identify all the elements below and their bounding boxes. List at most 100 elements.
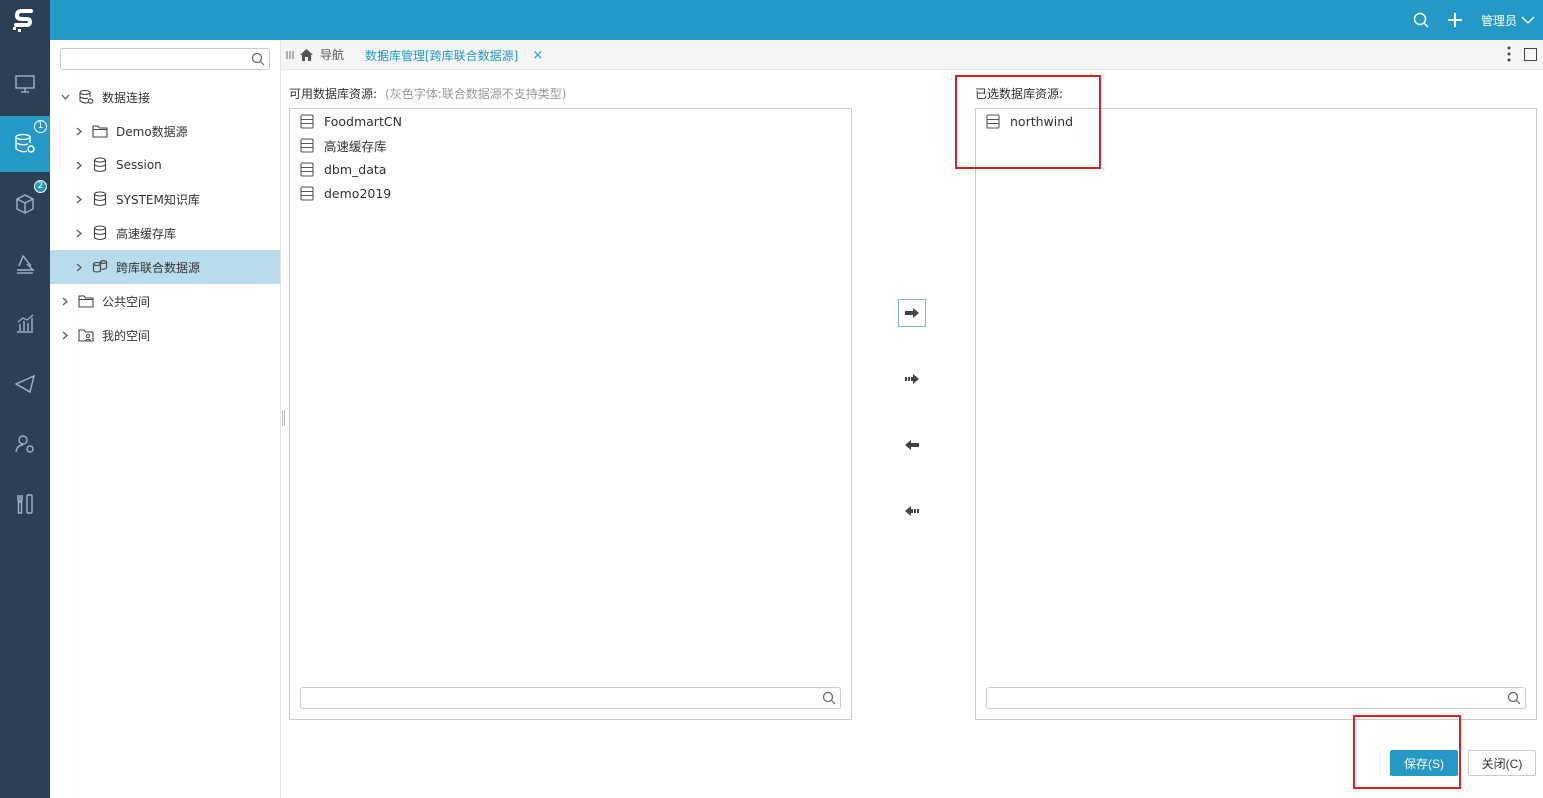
rail-item-analysis[interactable] (0, 296, 50, 352)
database-icon (92, 157, 108, 173)
search-icon[interactable] (251, 52, 265, 69)
search-icon[interactable] (822, 691, 836, 708)
layers-icon (17, 254, 35, 274)
tree-item-my-space[interactable]: 我的空间 (50, 318, 280, 352)
list-item-label: FoodmartCN (324, 113, 402, 129)
bar-chart-icon (17, 314, 34, 333)
top-right-actions: 管理员 (1413, 0, 1535, 40)
close-button[interactable]: 关闭(C) (1468, 750, 1536, 776)
maximize-icon[interactable] (1524, 48, 1537, 61)
close-icon[interactable]: × (532, 48, 543, 63)
tree-item-data-connection[interactable]: 数据连接 (50, 80, 280, 114)
chevron-right-icon[interactable] (74, 161, 84, 170)
tab-navigation[interactable]: 导航 (299, 46, 344, 63)
list-item-label: demo2019 (324, 185, 392, 201)
user-settings-icon (15, 435, 34, 453)
left-icon-rail: 1 2 (0, 40, 50, 798)
user-menu[interactable]: 管理员 (1481, 12, 1535, 29)
database-icon (92, 191, 108, 207)
tree-item-demo-datasource[interactable]: Demo数据源 (50, 114, 280, 148)
table-icon (300, 113, 314, 129)
rail-item-data-source[interactable]: 1 (0, 116, 50, 172)
available-hint-text: (灰色字体:联合数据源不支持类型) (385, 87, 567, 101)
monitor-icon (15, 75, 35, 93)
rail-item-layers[interactable] (0, 236, 50, 292)
rail-item-publish[interactable] (0, 356, 50, 412)
search-icon[interactable] (1507, 691, 1521, 708)
tree-item-public-space[interactable]: 公共空间 (50, 284, 280, 318)
table-icon (300, 161, 314, 177)
cube-icon (16, 194, 34, 214)
available-search-input[interactable] (301, 688, 816, 708)
arrow-left-icon (905, 440, 919, 450)
tree-item-label: 公共空间 (102, 294, 151, 309)
move-right-button[interactable] (898, 299, 926, 327)
database-icon (92, 225, 108, 241)
resource-tree-panel: 数据连接 Demo数据源 Session SYSTEM知识库 高速缓存库 跨库联… (50, 40, 281, 798)
available-search-box (300, 687, 841, 709)
list-item[interactable]: dbm_data (300, 157, 386, 181)
tree-item-label: 跨库联合数据源 (116, 260, 201, 275)
arrow-right-icon (905, 308, 919, 318)
double-arrow-right-icon (905, 374, 919, 384)
cross-database-icon (92, 259, 108, 275)
available-label-text: 可用数据库资源: (289, 87, 378, 101)
move-all-right-button[interactable] (898, 365, 926, 393)
tree-search-input[interactable] (61, 49, 245, 69)
tab-label: 导航 (320, 48, 345, 62)
chevron-down-icon[interactable] (60, 94, 70, 100)
tab-bar: 导航 数据库管理[跨库联合数据源] × (281, 40, 1543, 70)
tree-item-label: 数据连接 (102, 90, 151, 105)
tab-label: 数据库管理[跨库联合数据源] (365, 49, 519, 63)
chevron-right-icon[interactable] (74, 127, 84, 136)
chevron-right-icon[interactable] (60, 331, 70, 340)
tree-item-system-kb[interactable]: SYSTEM知识库 (50, 182, 280, 216)
db-connection-icon (78, 89, 94, 105)
list-item[interactable]: FoodmartCN (300, 109, 402, 133)
chevron-right-icon[interactable] (74, 229, 84, 238)
search-icon[interactable] (1413, 12, 1429, 28)
selected-search-box (986, 687, 1526, 709)
table-icon (300, 185, 314, 201)
tools-icon (17, 494, 33, 514)
more-vertical-icon[interactable] (1507, 46, 1511, 65)
selected-resources-list: northwind (975, 108, 1537, 720)
folder-icon (92, 123, 108, 139)
tree-item-label: Demo数据源 (116, 124, 188, 139)
chevron-down-icon (1521, 16, 1535, 24)
rail-item-monitor[interactable] (0, 56, 50, 112)
notification-badge: 2 (34, 180, 47, 193)
chevron-right-icon[interactable] (74, 263, 84, 272)
notification-badge: 1 (34, 120, 47, 133)
tree-item-label: 高速缓存库 (116, 226, 177, 241)
rail-item-users[interactable] (0, 416, 50, 472)
folder-icon (78, 293, 94, 309)
app-logo[interactable] (0, 0, 50, 40)
highlight-selected-resources (955, 75, 1101, 169)
tree-item-session[interactable]: Session (50, 148, 280, 182)
chevron-right-icon[interactable] (74, 195, 84, 204)
save-button[interactable]: 保存(S) (1390, 750, 1458, 776)
chevron-right-icon[interactable] (60, 297, 70, 306)
list-item[interactable]: demo2019 (300, 181, 391, 205)
tree-item-cross-db-source[interactable]: 跨库联合数据源 (50, 250, 280, 284)
selected-search-input[interactable] (987, 688, 1501, 708)
table-icon (300, 137, 314, 153)
move-left-button[interactable] (898, 431, 926, 459)
available-resources-list: FoodmartCN 高速缓存库 dbm_data demo2019 (289, 108, 852, 720)
add-icon[interactable] (1447, 12, 1463, 28)
home-icon (300, 48, 313, 61)
rail-item-tools[interactable] (0, 476, 50, 532)
tab-database-management[interactable]: 数据库管理[跨库联合数据源] × (365, 47, 543, 64)
collapse-toggle-icon[interactable] (286, 49, 294, 63)
move-all-left-button[interactable] (898, 497, 926, 525)
tree-item-cache-db[interactable]: 高速缓存库 (50, 216, 280, 250)
panel-splitter[interactable] (282, 410, 285, 426)
rail-item-resources[interactable]: 2 (0, 176, 50, 232)
tree-item-label: 我的空间 (102, 328, 151, 343)
double-arrow-left-icon (905, 506, 919, 516)
database-settings-icon (15, 133, 35, 153)
list-item[interactable]: 高速缓存库 (300, 133, 387, 157)
top-bar: 管理员 (0, 0, 1543, 40)
available-resources-label: 可用数据库资源: (灰色字体:联合数据源不支持类型) (289, 85, 566, 102)
